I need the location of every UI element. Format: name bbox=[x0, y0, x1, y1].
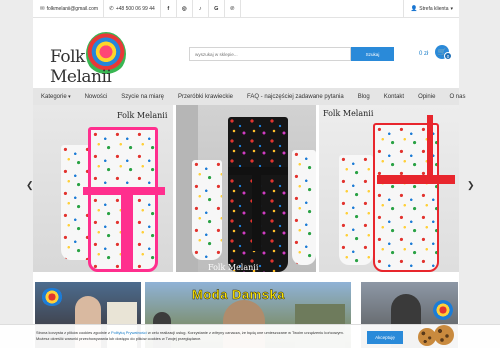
apron-right-image bbox=[292, 150, 316, 265]
apron-side-image bbox=[192, 160, 222, 260]
phone-icon: ✆ bbox=[109, 5, 114, 12]
apron-small-image bbox=[339, 155, 373, 265]
hero-slider[interactable]: Folk Melanii Folk Melanii Folk Melanii bbox=[33, 105, 459, 272]
account-menu[interactable]: 👤 Strefa klienta ▾ bbox=[403, 0, 459, 17]
nav-item-o-nas[interactable]: O nas bbox=[442, 94, 472, 100]
instagram-glyph: ◎ bbox=[181, 5, 187, 12]
pinterest-icon[interactable]: ℗ bbox=[225, 0, 241, 17]
nav-item-faq[interactable]: FAQ - najczęściej zadawane pytania bbox=[240, 94, 351, 100]
nav-item-nowosci[interactable]: Nowości bbox=[78, 94, 115, 100]
cookie-text-before: Strona korzysta z plików cookies zgodnie… bbox=[36, 330, 112, 335]
banner-right-flower-icon bbox=[433, 300, 453, 320]
slider-next-arrow[interactable]: ❯ bbox=[467, 180, 475, 191]
privacy-policy-link[interactable]: Polityką Prywatności bbox=[111, 330, 147, 335]
phone-text: +48 500 06 99 44 bbox=[115, 5, 155, 12]
nav-item-kategorie[interactable]: Kategorie bbox=[33, 94, 78, 100]
phone-contact[interactable]: ✆ +48 500 06 99 44 bbox=[104, 0, 161, 17]
nav-item-blog[interactable]: Blog bbox=[351, 94, 377, 100]
account-label: Strefa klienta bbox=[419, 5, 449, 12]
cookie-text: Strona korzysta z plików cookies zgodnie… bbox=[36, 330, 356, 342]
cookie-accept-button[interactable]: Akceptuję bbox=[367, 331, 403, 344]
apron-black-sash bbox=[252, 171, 261, 251]
slide-red-apron[interactable]: Folk Melanii bbox=[319, 105, 459, 272]
nav-item-kontakt[interactable]: Kontakt bbox=[377, 94, 411, 100]
chevron-down-icon: ▾ bbox=[450, 5, 453, 12]
search-button[interactable]: Szukaj bbox=[351, 47, 394, 61]
google-glyph: G bbox=[214, 5, 219, 12]
facebook-icon[interactable]: f bbox=[161, 0, 177, 17]
cart-total[interactable]: 0 zł bbox=[419, 51, 428, 57]
email-contact[interactable]: ✉ folkmelanii@gmail.com bbox=[33, 0, 105, 17]
nav-item-szycie[interactable]: Szycie na miarę bbox=[114, 94, 171, 100]
search-input[interactable] bbox=[189, 47, 351, 61]
tiktok-glyph: ♪ bbox=[198, 5, 202, 12]
header: Folk Melanii Szukaj 0 zł 🛒 0 bbox=[33, 18, 459, 88]
cart-count-badge: 0 bbox=[444, 52, 452, 60]
main-nav: Kategorie Nowości Szycie na miarę Przeró… bbox=[33, 88, 465, 105]
email-text: folkmelanii@gmail.com bbox=[46, 5, 99, 12]
slider-prev-arrow[interactable]: ❮ bbox=[26, 180, 34, 191]
nav-item-opinie[interactable]: Opinie bbox=[411, 94, 442, 100]
google-icon[interactable]: G bbox=[209, 0, 225, 17]
facebook-glyph: f bbox=[167, 5, 170, 12]
slide-logo: Folk Melanii bbox=[117, 111, 168, 120]
logo[interactable]: Folk Melanii bbox=[50, 30, 150, 87]
pinterest-glyph: ℗ bbox=[230, 5, 235, 12]
page: ✉ folkmelanii@gmail.com ✆ +48 500 06 99 … bbox=[0, 0, 500, 348]
top-bar: ✉ folkmelanii@gmail.com ✆ +48 500 06 99 … bbox=[33, 0, 459, 18]
nav-item-przerobki[interactable]: Przeróbki krawieckie bbox=[171, 94, 240, 100]
slide-logo-third: Folk Melanii bbox=[323, 109, 374, 118]
instagram-icon[interactable]: ◎ bbox=[177, 0, 193, 17]
cookie-bar: Strona korzysta z plików cookies zgodnie… bbox=[0, 324, 500, 348]
slide-pink-apron[interactable]: Folk Melanii bbox=[33, 105, 173, 272]
apron-red-waistband bbox=[377, 175, 455, 184]
logo-text: Folk Melanii bbox=[50, 47, 112, 87]
slide-black-apron[interactable]: Folk Melanii bbox=[176, 105, 316, 272]
tiktok-icon[interactable]: ♪ bbox=[193, 0, 209, 17]
cookie-illustration bbox=[412, 325, 458, 348]
apron-sash bbox=[121, 191, 133, 272]
user-icon: 👤 bbox=[410, 5, 418, 12]
cookie-icon-2 bbox=[434, 325, 454, 345]
slide-logo-bottom: Folk Melanii bbox=[208, 263, 259, 272]
apron-red-strap bbox=[427, 115, 433, 175]
envelope-icon: ✉ bbox=[40, 5, 45, 12]
banner-flower-icon bbox=[41, 288, 63, 306]
